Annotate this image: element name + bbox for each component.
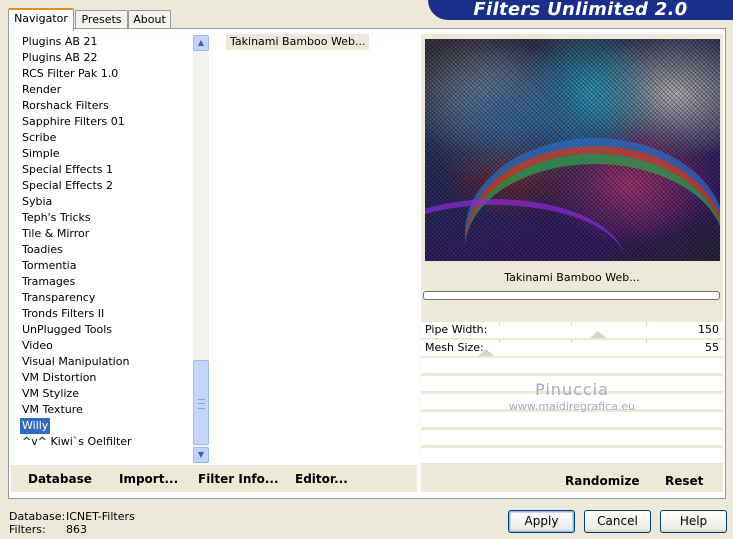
- param-slot-empty: [421, 448, 723, 463]
- filter-category-item[interactable]: Teph's Tricks: [20, 210, 93, 226]
- filter-category-item[interactable]: Sapphire Filters 01: [20, 114, 127, 130]
- param-mesh-size-slider[interactable]: Mesh Size: 55: [421, 340, 723, 356]
- filter-category-item[interactable]: Tramages: [20, 274, 77, 290]
- help-button[interactable]: Help: [660, 510, 727, 533]
- preview-image: [425, 39, 720, 261]
- randomize-button[interactable]: Randomize: [565, 474, 639, 488]
- tab-navigator[interactable]: Navigator: [8, 8, 74, 31]
- filter-category-item[interactable]: Special Effects 1: [20, 162, 115, 178]
- param-mesh-size-value: 55: [705, 341, 719, 354]
- filter-category-item[interactable]: Video: [20, 338, 55, 354]
- filter-category-item[interactable]: Tronds Filters II: [20, 306, 106, 322]
- filter-category-item[interactable]: Transparency: [20, 290, 97, 306]
- grip-icon: [198, 399, 205, 409]
- selected-filter-name: Takinami Bamboo Web...: [504, 271, 640, 284]
- reset-button[interactable]: Reset: [665, 474, 703, 488]
- tab-presets[interactable]: Presets: [75, 10, 128, 29]
- filter-category-item[interactable]: Visual Manipulation: [20, 354, 131, 370]
- filter-category-item[interactable]: VM Texture: [20, 402, 85, 418]
- filters-count: 863: [66, 523, 87, 536]
- filter-category-item[interactable]: Scribe: [20, 130, 58, 146]
- filter-category-item[interactable]: RCS Filter Pak 1.0: [20, 66, 120, 82]
- app-title-banner: Filters Unlimited 2.0: [428, 0, 733, 20]
- apply-button[interactable]: Apply: [508, 510, 575, 533]
- filter-category-item[interactable]: ^v^ Kiwi`s Oelfilter: [20, 434, 134, 450]
- param-slot-empty: [421, 358, 723, 373]
- database-value: ICNET-Filters: [66, 510, 135, 523]
- watermark-url: www.maidiregrafica.eu: [508, 400, 636, 413]
- database-button[interactable]: Database: [28, 472, 92, 486]
- filters-label: Filters:: [9, 523, 46, 536]
- filter-category-item[interactable]: Plugins AB 21: [20, 34, 99, 50]
- scroll-thumb[interactable]: [193, 360, 209, 445]
- watermark-text: Pinuccia: [535, 380, 609, 399]
- filter-category-item[interactable]: UnPlugged Tools: [20, 322, 114, 338]
- database-info: Database:ICNET-Filters Filters: 863: [9, 510, 135, 536]
- filter-list-scrollbar[interactable]: ▲ ▼: [193, 35, 209, 463]
- filter-category-item[interactable]: Willy: [20, 418, 51, 434]
- slider-thumb-icon[interactable]: [590, 331, 606, 338]
- filter-category-item[interactable]: Plugins AB 22: [20, 50, 99, 66]
- param-slot-empty: [421, 430, 723, 445]
- scroll-up-button[interactable]: ▲: [193, 35, 209, 51]
- filter-category-item[interactable]: Special Effects 2: [20, 178, 115, 194]
- cancel-button[interactable]: Cancel: [584, 510, 651, 533]
- scroll-down-button[interactable]: ▼: [193, 447, 209, 463]
- param-pipe-width-slider[interactable]: Pipe Width: 150: [421, 322, 723, 338]
- filter-category-list[interactable]: Plugins AB 21 Plugins AB 22 RCS Filter Pak…: [11, 34, 211, 464]
- filter-info-button[interactable]: Filter Info...: [198, 472, 279, 486]
- param-mesh-size-label: Mesh Size:: [425, 341, 484, 354]
- filter-category-item[interactable]: Tormentia: [20, 258, 78, 274]
- filter-category-item[interactable]: Simple: [20, 146, 62, 162]
- tab-about[interactable]: About: [128, 10, 171, 29]
- editor-button[interactable]: Editor...: [295, 472, 348, 486]
- effect-item-takinami[interactable]: Takinami Bamboo Web...: [226, 34, 370, 50]
- progress-bar: [423, 291, 720, 300]
- database-label: Database:: [9, 510, 66, 523]
- param-pipe-width-value: 150: [698, 323, 719, 336]
- param-slot-empty: [421, 412, 723, 427]
- filter-category-item[interactable]: VM Distortion: [20, 370, 98, 386]
- filter-category-item[interactable]: Toadies: [20, 242, 65, 258]
- filter-category-item[interactable]: Sybia: [20, 194, 54, 210]
- filter-category-item[interactable]: Tile & Mirror: [20, 226, 91, 242]
- filter-settings-panel: Takinami Bamboo Web... Pipe Width: 150 M…: [421, 34, 723, 492]
- param-pipe-width-label: Pipe Width:: [425, 323, 488, 336]
- filter-category-item[interactable]: Render: [20, 82, 63, 98]
- filter-category-item[interactable]: Rorshack Filters: [20, 98, 111, 114]
- effect-list: Takinami Bamboo Web...: [217, 34, 417, 464]
- import-button[interactable]: Import...: [119, 472, 178, 486]
- filter-category-item[interactable]: VM Stylize: [20, 386, 81, 402]
- navigator-button-bar: Database Import... Filter Info... Editor…: [11, 465, 417, 492]
